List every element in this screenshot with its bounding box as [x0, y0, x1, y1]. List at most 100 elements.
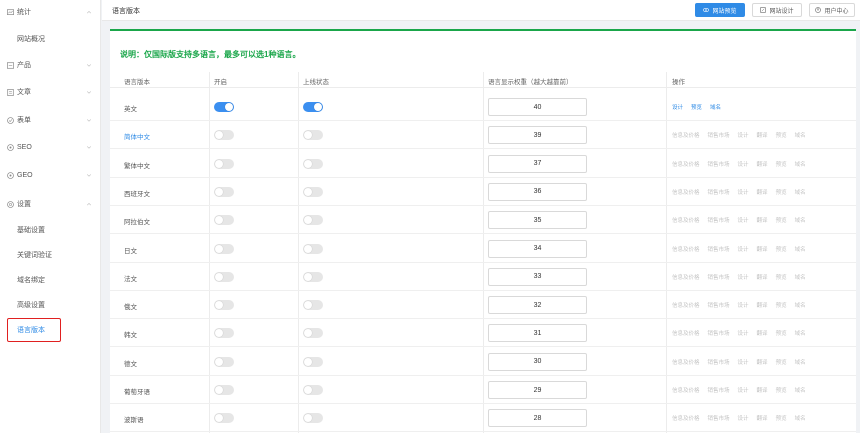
action-link[interactable]: 域名: [795, 414, 806, 422]
enable-toggle[interactable]: [214, 356, 234, 367]
enable-toggle[interactable]: [214, 102, 234, 112]
menu-settings[interactable]: 设置: [0, 196, 101, 212]
action-link[interactable]: 翻译: [757, 216, 768, 224]
menu-geo[interactable]: GEO: [0, 167, 101, 183]
weight-input[interactable]: 37: [488, 154, 587, 173]
action-link[interactable]: 销售市场: [708, 386, 730, 394]
action-link[interactable]: 设计: [738, 329, 749, 337]
action-link[interactable]: 域名: [795, 301, 806, 309]
action-link[interactable]: 信息及价格: [672, 160, 700, 168]
action-link[interactable]: 预览: [776, 301, 787, 309]
action-link[interactable]: 设计: [738, 131, 749, 139]
action-link[interactable]: 预览: [776, 358, 787, 366]
weight-input[interactable]: 34: [488, 239, 587, 258]
action-link[interactable]: 信息及价格: [672, 245, 700, 253]
action-link[interactable]: 预览: [776, 386, 787, 394]
language-name[interactable]: 简体中文: [124, 131, 150, 141]
action-link[interactable]: 销售市场: [708, 329, 730, 337]
action-link[interactable]: 翻译: [757, 188, 768, 196]
action-link[interactable]: 信息及价格: [672, 273, 700, 281]
site-design-button[interactable]: 网站设计: [752, 3, 802, 17]
action-link[interactable]: 销售市场: [708, 414, 730, 422]
action-link[interactable]: 设计: [738, 160, 749, 168]
menu-forms[interactable]: 表单: [0, 112, 101, 128]
action-link[interactable]: 设计: [738, 386, 749, 394]
sidebar-item-keyword-verify[interactable]: 关键词验证: [0, 248, 101, 262]
action-link[interactable]: 销售市场: [708, 216, 730, 224]
action-link[interactable]: 销售市场: [708, 358, 730, 366]
enable-toggle[interactable]: [214, 300, 234, 311]
action-link[interactable]: 设计: [738, 414, 749, 422]
action-link[interactable]: 预览: [776, 414, 787, 422]
action-link[interactable]: 设计: [738, 216, 749, 224]
action-link[interactable]: 翻译: [757, 329, 768, 337]
weight-input[interactable]: 35: [488, 211, 587, 230]
action-link[interactable]: 设计: [738, 188, 749, 196]
action-link[interactable]: 域名: [795, 386, 806, 394]
action-link[interactable]: 销售市场: [708, 301, 730, 309]
action-link[interactable]: 域名: [795, 216, 806, 224]
online-status-toggle[interactable]: [303, 215, 323, 226]
action-link[interactable]: 预览: [776, 188, 787, 196]
action-link[interactable]: 域名: [795, 188, 806, 196]
action-link[interactable]: 信息及价格: [672, 329, 700, 337]
action-link[interactable]: 翻译: [757, 301, 768, 309]
site-preview-button[interactable]: 网站预览: [695, 3, 745, 17]
action-link[interactable]: 设计: [738, 358, 749, 366]
action-link[interactable]: 域名: [710, 103, 721, 111]
online-status-toggle[interactable]: [303, 413, 323, 424]
weight-input[interactable]: 33: [488, 267, 587, 286]
online-status-toggle[interactable]: [303, 186, 323, 197]
weight-input[interactable]: 29: [488, 381, 587, 399]
sidebar-item-advanced-settings[interactable]: 高级设置: [0, 298, 101, 312]
menu-seo[interactable]: SEO: [0, 139, 101, 155]
online-status-toggle[interactable]: [303, 385, 323, 395]
weight-input[interactable]: 32: [488, 296, 587, 315]
action-link[interactable]: 设计: [738, 273, 749, 281]
weight-input[interactable]: 39: [488, 126, 587, 145]
menu-stats[interactable]: 统计: [0, 4, 101, 20]
action-link[interactable]: 信息及价格: [672, 358, 700, 366]
action-link[interactable]: 预览: [776, 131, 787, 139]
action-link[interactable]: 销售市场: [708, 188, 730, 196]
action-link[interactable]: 预览: [776, 160, 787, 168]
sidebar-item-domain-binding[interactable]: 域名绑定: [0, 273, 101, 287]
enable-toggle[interactable]: [214, 186, 234, 197]
action-link[interactable]: 信息及价格: [672, 216, 700, 224]
online-status-toggle[interactable]: [303, 300, 323, 311]
online-status-toggle[interactable]: [303, 158, 323, 169]
action-link[interactable]: 设计: [738, 245, 749, 253]
action-link[interactable]: 信息及价格: [672, 188, 700, 196]
enable-toggle[interactable]: [214, 328, 234, 339]
action-link[interactable]: 翻译: [757, 414, 768, 422]
weight-input[interactable]: 31: [488, 324, 587, 343]
sidebar-item-overview[interactable]: 网站概况: [0, 32, 101, 46]
enable-toggle[interactable]: [214, 385, 234, 395]
enable-toggle[interactable]: [214, 130, 234, 141]
action-link[interactable]: 域名: [795, 245, 806, 253]
action-link[interactable]: 预览: [776, 216, 787, 224]
action-link[interactable]: 销售市场: [708, 245, 730, 253]
enable-toggle[interactable]: [214, 271, 234, 282]
online-status-toggle[interactable]: [303, 102, 323, 112]
enable-toggle[interactable]: [214, 413, 234, 424]
action-link[interactable]: 域名: [795, 358, 806, 366]
action-link[interactable]: 信息及价格: [672, 131, 700, 139]
action-link[interactable]: 域名: [795, 160, 806, 168]
weight-input[interactable]: 30: [488, 352, 587, 371]
online-status-toggle[interactable]: [303, 328, 323, 339]
action-link[interactable]: 域名: [795, 329, 806, 337]
action-link[interactable]: 翻译: [757, 386, 768, 394]
action-link[interactable]: 翻译: [757, 358, 768, 366]
action-link[interactable]: 销售市场: [708, 160, 730, 168]
action-link[interactable]: 销售市场: [708, 131, 730, 139]
action-link[interactable]: 销售市场: [708, 273, 730, 281]
menu-products[interactable]: 产品: [0, 57, 101, 73]
action-link[interactable]: 设计: [738, 301, 749, 309]
action-link[interactable]: 域名: [795, 131, 806, 139]
action-link[interactable]: 预览: [776, 273, 787, 281]
online-status-toggle[interactable]: [303, 243, 323, 254]
action-link[interactable]: 信息及价格: [672, 301, 700, 309]
enable-toggle[interactable]: [214, 243, 234, 254]
action-link[interactable]: 翻译: [757, 160, 768, 168]
